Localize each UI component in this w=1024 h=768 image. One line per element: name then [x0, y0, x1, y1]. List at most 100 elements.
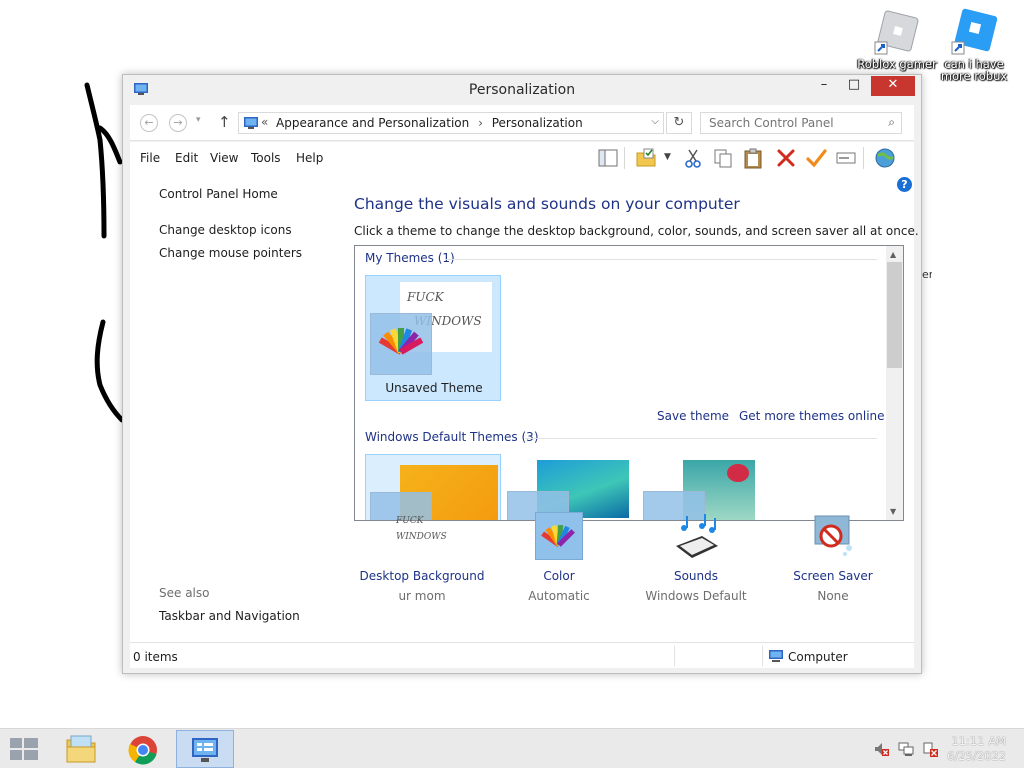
system-clock[interactable]: 11:11 AM 6/25/2022 — [947, 734, 1006, 764]
color-palette-icon — [535, 512, 583, 560]
my-themes-header: My Themes (1) — [365, 251, 455, 265]
globe-icon[interactable] — [874, 147, 896, 169]
group-divider — [525, 438, 877, 439]
sounds-keyboard-icon — [676, 514, 718, 558]
desktop-icon-roblox-gamer[interactable]: Roblox gamer — [855, 8, 939, 70]
handwriting-text: FUCK — [407, 290, 444, 304]
rename-icon[interactable] — [835, 147, 857, 169]
control-panel-icon — [244, 117, 258, 129]
handwriting-text: FUCK — [396, 516, 424, 526]
help-icon[interactable]: ? — [897, 177, 912, 192]
status-separator — [762, 646, 763, 666]
quick-link-value: Windows Default — [645, 589, 747, 603]
taskbar: 11:11 AM 6/25/2022 — [0, 728, 1024, 768]
taskbar-navigation-link[interactable]: Taskbar and Navigation — [159, 609, 300, 623]
address-dropdown-icon[interactable]: ⌵ — [651, 116, 659, 127]
clock-date: 6/25/2022 — [947, 749, 1006, 763]
desktop-icon-label: can i have more robux — [940, 57, 1008, 83]
quick-link-value: ur mom — [398, 589, 446, 603]
group-divider — [445, 259, 877, 260]
see-also-heading: See also — [159, 586, 210, 600]
theme-list[interactable]: My Themes (1) FUCK WINDOWS Unsaved Theme… — [354, 245, 904, 521]
folder-options-icon[interactable] — [635, 147, 657, 169]
network-icon[interactable] — [898, 741, 914, 757]
control-panel-home-link[interactable]: Control Panel Home — [159, 187, 278, 201]
menu-view[interactable]: View — [210, 151, 238, 165]
menu-toolbar-row: File Edit View Tools Help ▼ — [130, 142, 914, 174]
menu-file[interactable]: File — [140, 151, 160, 165]
quick-link-value: None — [817, 589, 849, 603]
handwriting-text: WINDOWS — [396, 532, 447, 542]
taskbar-chrome[interactable] — [114, 730, 172, 768]
theme-list-scrollbar[interactable]: ▲ ▼ — [886, 246, 903, 520]
save-theme-link[interactable]: Save theme — [657, 409, 729, 423]
color-palette-icon — [370, 313, 432, 375]
page-title: Change the visuals and sounds on your co… — [354, 195, 740, 213]
scroll-down-icon[interactable]: ▼ — [890, 507, 896, 516]
breadcrumb-separator-icon[interactable]: › — [478, 116, 483, 130]
control-panel-icon — [192, 738, 218, 762]
copy-icon[interactable] — [712, 147, 734, 169]
window-title: Personalization — [468, 82, 576, 98]
desktop-icon-more-robux[interactable]: can i have more robux — [932, 8, 1016, 82]
desktop-icon-label: Roblox gamer — [857, 57, 937, 71]
delete-icon[interactable] — [775, 147, 797, 169]
volume-muted-icon[interactable] — [873, 741, 889, 757]
toolbar-separator — [863, 147, 864, 169]
cut-icon[interactable] — [682, 147, 704, 169]
minimize-button[interactable]: – — [809, 76, 839, 96]
search-icon[interactable]: ⌕ — [888, 115, 895, 130]
search-input[interactable] — [707, 114, 877, 132]
maximize-button[interactable]: □ — [839, 76, 869, 96]
theme-lines-and-colors[interactable] — [503, 454, 639, 520]
start-windows-icon[interactable] — [10, 738, 38, 760]
toolbar-separator — [624, 147, 625, 169]
clock-time: 11:11 AM — [951, 734, 1006, 748]
scroll-up-icon[interactable]: ▲ — [890, 250, 896, 259]
scroll-thumb[interactable] — [887, 262, 902, 368]
breadcrumb-personalization[interactable]: Personalization — [492, 116, 583, 130]
theme-windows[interactable] — [365, 454, 501, 520]
chrome-icon — [128, 736, 157, 765]
recent-pages-chevron-icon[interactable]: ▾ — [196, 115, 201, 125]
forward-button[interactable]: → — [169, 114, 187, 132]
folder-options-dropdown-icon[interactable]: ▼ — [664, 152, 671, 162]
address-overflow-icon[interactable]: « — [261, 115, 268, 129]
menu-edit[interactable]: Edit — [175, 151, 198, 165]
quick-link-name: Desktop Background — [359, 569, 485, 583]
roblox-studio-shortcut-icon — [950, 8, 998, 56]
taskbar-file-explorer[interactable] — [52, 730, 110, 768]
refresh-button[interactable]: ↻ — [666, 112, 692, 134]
properties-check-icon[interactable] — [805, 147, 827, 169]
search-box[interactable]: ⌕ — [700, 112, 902, 134]
theme-unsaved[interactable]: FUCK WINDOWS Unsaved Theme — [365, 275, 501, 401]
item-count: 0 items — [133, 650, 178, 664]
theme-label: Unsaved Theme — [385, 381, 483, 395]
quick-link-name: Sounds — [673, 569, 719, 583]
theme-flowers[interactable] — [639, 454, 775, 520]
screen-saver-icon — [814, 515, 852, 556]
close-button[interactable]: ✕ — [871, 76, 915, 96]
paste-icon[interactable] — [742, 147, 764, 169]
title-bar[interactable]: Personalization – □ ✕ — [123, 75, 921, 105]
layout-pane-icon[interactable] — [597, 147, 619, 169]
taskbar-control-panel[interactable] — [176, 730, 234, 768]
menu-tools[interactable]: Tools — [251, 151, 281, 165]
computer-icon — [769, 650, 783, 662]
back-button[interactable]: ← — [140, 114, 158, 132]
page-description: Click a theme to change the desktop back… — [354, 224, 919, 238]
action-center-alert-icon[interactable] — [922, 741, 938, 757]
address-row: ← → ▾ ↑ « Appearance and Personalization… — [130, 105, 914, 141]
quick-link-name: Screen Saver — [793, 569, 873, 583]
desktop-background-thumb: FUCK WINDOWS — [386, 512, 458, 560]
change-desktop-icons-link[interactable]: Change desktop icons — [159, 223, 292, 237]
menu-help[interactable]: Help — [296, 151, 323, 165]
change-mouse-pointers-link[interactable]: Change mouse pointers — [159, 246, 302, 260]
personalization-window: Personalization – □ ✕ ← → ▾ ↑ « Appearan… — [122, 74, 922, 674]
roblox-shortcut-icon — [873, 8, 921, 56]
quick-link-value: Automatic — [528, 589, 590, 603]
up-arrow-icon[interactable]: ↑ — [218, 113, 231, 131]
address-bar[interactable]: « Appearance and Personalization › Perso… — [238, 112, 664, 134]
get-more-themes-link[interactable]: Get more themes online — [739, 409, 885, 423]
breadcrumb-appearance[interactable]: Appearance and Personalization — [276, 116, 469, 130]
